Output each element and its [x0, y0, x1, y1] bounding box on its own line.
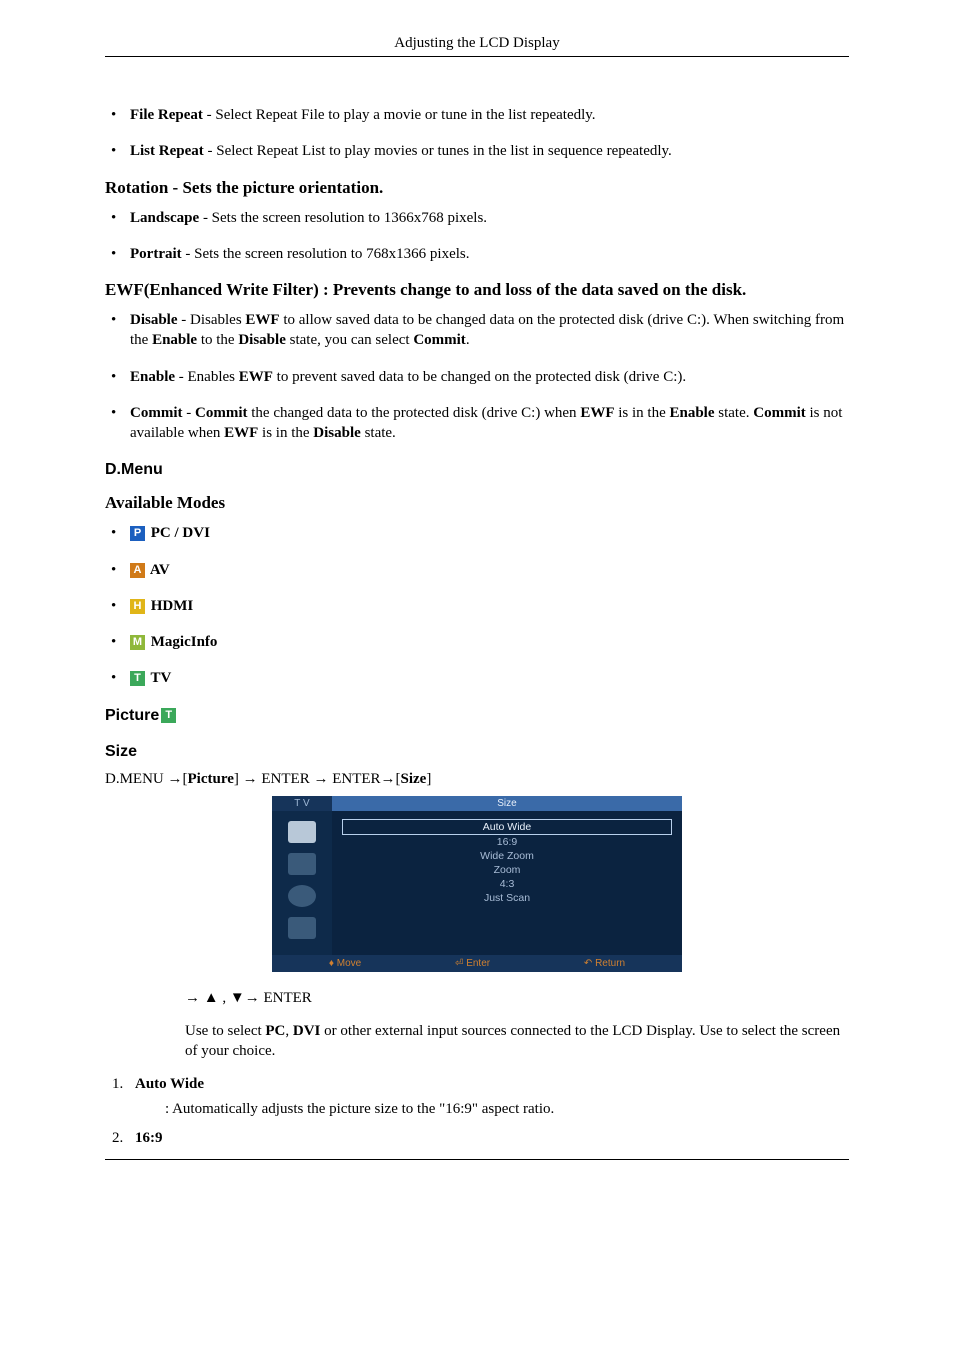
- osd-sidebar: [272, 811, 332, 955]
- rotation-list: Landscape - Sets the screen resolution t…: [105, 208, 849, 265]
- ewf-commit: Commit - Commit the changed data to the …: [105, 403, 849, 444]
- osd-picture-icon: [288, 821, 316, 843]
- size-heading: Size: [105, 743, 849, 761]
- osd-item-widezoom: Wide Zoom: [342, 849, 672, 863]
- osd-item-43: 4:3: [342, 877, 672, 891]
- portrait-desc: - Sets the screen resolution to 768x1366…: [182, 246, 470, 262]
- mode-tv: T TV: [105, 668, 849, 688]
- modes-list: P PC / DVI A AV H HDMI M MagicInfo T TV: [105, 523, 849, 688]
- file-repeat-desc: - Select Repeat File to play a movie or …: [203, 107, 596, 123]
- size-menu-path: D.MENU →[Picture] → ENTER → ENTER→[Size]: [105, 771, 849, 788]
- osd-return-hint: ↶ Return: [584, 958, 625, 969]
- osd-move-hint: ♦ Move: [329, 958, 361, 969]
- ewf-list: Disable - Disables EWF to allow saved da…: [105, 310, 849, 443]
- mode-pc-label: PC / DVI: [147, 525, 210, 541]
- page-header: Adjusting the LCD Display: [105, 35, 849, 52]
- osd-size-list: Auto Wide 16:9 Wide Zoom Zoom 4:3 Just S…: [342, 819, 672, 905]
- size-arrow-path: → ▲ , ▼→ ENTER: [185, 990, 849, 1007]
- mode-pc-dvi: P PC / DVI: [105, 523, 849, 543]
- mode-hdmi-label: HDMI: [147, 598, 193, 614]
- available-modes-heading: Available Modes: [105, 493, 849, 513]
- list-repeat-desc: - Select Repeat List to play movies or t…: [204, 143, 672, 159]
- osd-item-zoom: Zoom: [342, 863, 672, 877]
- ewf-heading: EWF(Enhanced Write Filter) : Prevents ch…: [105, 280, 849, 300]
- osd-item-justscan: Just Scan: [342, 891, 672, 905]
- size-auto-wide-desc: : Automatically adjusts the picture size…: [165, 1101, 849, 1118]
- rotation-landscape: Landscape - Sets the screen resolution t…: [105, 208, 849, 228]
- footer-rule: [105, 1159, 849, 1160]
- ewf-disable: Disable - Disables EWF to allow saved da…: [105, 310, 849, 351]
- m-icon: M: [130, 635, 145, 650]
- dmenu-heading: D.Menu: [105, 461, 849, 479]
- rotation-heading: Rotation - Sets the picture orientation.: [105, 178, 849, 198]
- rotation-portrait: Portrait - Sets the screen resolution to…: [105, 244, 849, 264]
- t-icon: T: [130, 671, 145, 686]
- osd-item-169: 16:9: [342, 835, 672, 849]
- size-16-9: 16:9: [127, 1130, 849, 1147]
- osd-tab-tv: T V: [272, 796, 332, 811]
- osd-enter-hint: ⏎ Enter: [455, 958, 490, 969]
- osd-sound-icon: [288, 853, 316, 875]
- size-auto-wide: Auto Wide : Automatically adjusts the pi…: [127, 1076, 849, 1118]
- p-icon: P: [130, 526, 145, 541]
- osd-screenshot: T V Size Auto Wide 16:9 Wide Zoo: [272, 796, 682, 972]
- mode-av: A AV: [105, 560, 849, 580]
- osd-item-autowide: Auto Wide: [342, 819, 672, 835]
- mode-magicinfo-label: MagicInfo: [147, 634, 217, 650]
- mode-hdmi: H HDMI: [105, 596, 849, 616]
- osd-setup-icon: [288, 917, 316, 939]
- osd-tab-size: Size: [332, 796, 682, 811]
- size-options-list: Auto Wide : Automatically adjusts the pi…: [105, 1076, 849, 1147]
- picture-heading: PictureT: [105, 707, 849, 725]
- list-repeat-label: List Repeat: [130, 143, 204, 159]
- landscape-label: Landscape: [130, 210, 199, 226]
- ewf-enable: Enable - Enables EWF to prevent saved da…: [105, 367, 849, 387]
- repeat-list: File Repeat - Select Repeat File to play…: [105, 105, 849, 162]
- a-icon: A: [130, 563, 145, 578]
- size-desc: Use to select PC, DVI or other external …: [185, 1021, 849, 1062]
- osd-bottom-bar: ♦ Move ⏎ Enter ↶ Return: [272, 955, 682, 972]
- osd-channel-icon: [288, 885, 316, 907]
- h-icon: H: [130, 599, 145, 614]
- landscape-desc: - Sets the screen resolution to 1366x768…: [199, 210, 487, 226]
- mode-magicinfo: M MagicInfo: [105, 632, 849, 652]
- list-repeat-item: List Repeat - Select Repeat List to play…: [105, 141, 849, 161]
- portrait-label: Portrait: [130, 246, 182, 262]
- picture-t-icon: T: [161, 708, 176, 723]
- mode-av-label: AV: [147, 562, 170, 578]
- file-repeat-label: File Repeat: [130, 107, 203, 123]
- file-repeat-item: File Repeat - Select Repeat File to play…: [105, 105, 849, 125]
- mode-tv-label: TV: [147, 670, 171, 686]
